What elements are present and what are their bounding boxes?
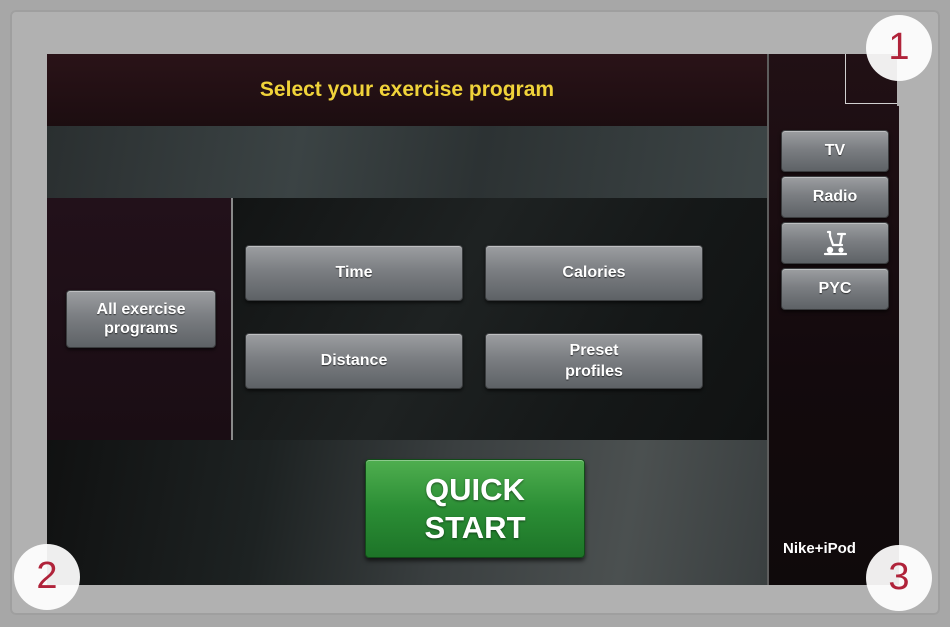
decorative-band bbox=[47, 126, 767, 198]
time-button[interactable]: Time bbox=[245, 245, 463, 301]
pyc-label: PYC bbox=[818, 280, 852, 297]
preset-label-line2: profiles bbox=[565, 363, 623, 380]
callout-marker-1: 1 bbox=[866, 15, 932, 81]
callout-marker-2: 2 bbox=[14, 544, 80, 610]
quick-start-line2: START bbox=[424, 509, 526, 545]
all-programs-label-line1: All exercise bbox=[96, 301, 186, 318]
touch-screen: Select your exercise program All exercis… bbox=[47, 54, 899, 585]
callout-3-label: 3 bbox=[888, 556, 910, 598]
quick-start-button[interactable]: QUICK START bbox=[365, 459, 585, 558]
exercise-bike-icon bbox=[823, 230, 848, 256]
callout-marker-3: 3 bbox=[866, 545, 932, 611]
left-panel: All exercise programs bbox=[47, 198, 233, 440]
header-bar: Select your exercise program bbox=[47, 54, 767, 126]
nike-ipod-link[interactable]: Nike+iPod bbox=[783, 540, 856, 557]
calories-button[interactable]: Calories bbox=[485, 245, 703, 301]
page-title: Select your exercise program bbox=[259, 78, 555, 101]
calories-label: Calories bbox=[562, 264, 626, 281]
distance-label: Distance bbox=[320, 352, 388, 369]
right-sidebar: TV Radio PYC bbox=[767, 54, 899, 585]
callout-1-label: 1 bbox=[888, 26, 910, 68]
time-label: Time bbox=[335, 264, 373, 281]
quick-start-line1: QUICK bbox=[425, 471, 525, 507]
tv-button[interactable]: TV bbox=[781, 130, 889, 172]
pyc-button[interactable]: PYC bbox=[781, 268, 889, 310]
callout-2-label: 2 bbox=[36, 555, 58, 597]
all-programs-label-line2: programs bbox=[104, 320, 178, 337]
preset-profiles-button[interactable]: Preset profiles bbox=[485, 333, 703, 389]
program-grid: Time Calories Distance Preset profiles bbox=[233, 198, 767, 440]
exercise-bike-button[interactable] bbox=[781, 222, 889, 264]
distance-button[interactable]: Distance bbox=[245, 333, 463, 389]
radio-button[interactable]: Radio bbox=[781, 176, 889, 218]
radio-label: Radio bbox=[812, 188, 858, 205]
tv-label: TV bbox=[824, 142, 846, 159]
preset-label-line1: Preset bbox=[569, 342, 619, 359]
all-exercise-programs-button[interactable]: All exercise programs bbox=[66, 290, 216, 348]
